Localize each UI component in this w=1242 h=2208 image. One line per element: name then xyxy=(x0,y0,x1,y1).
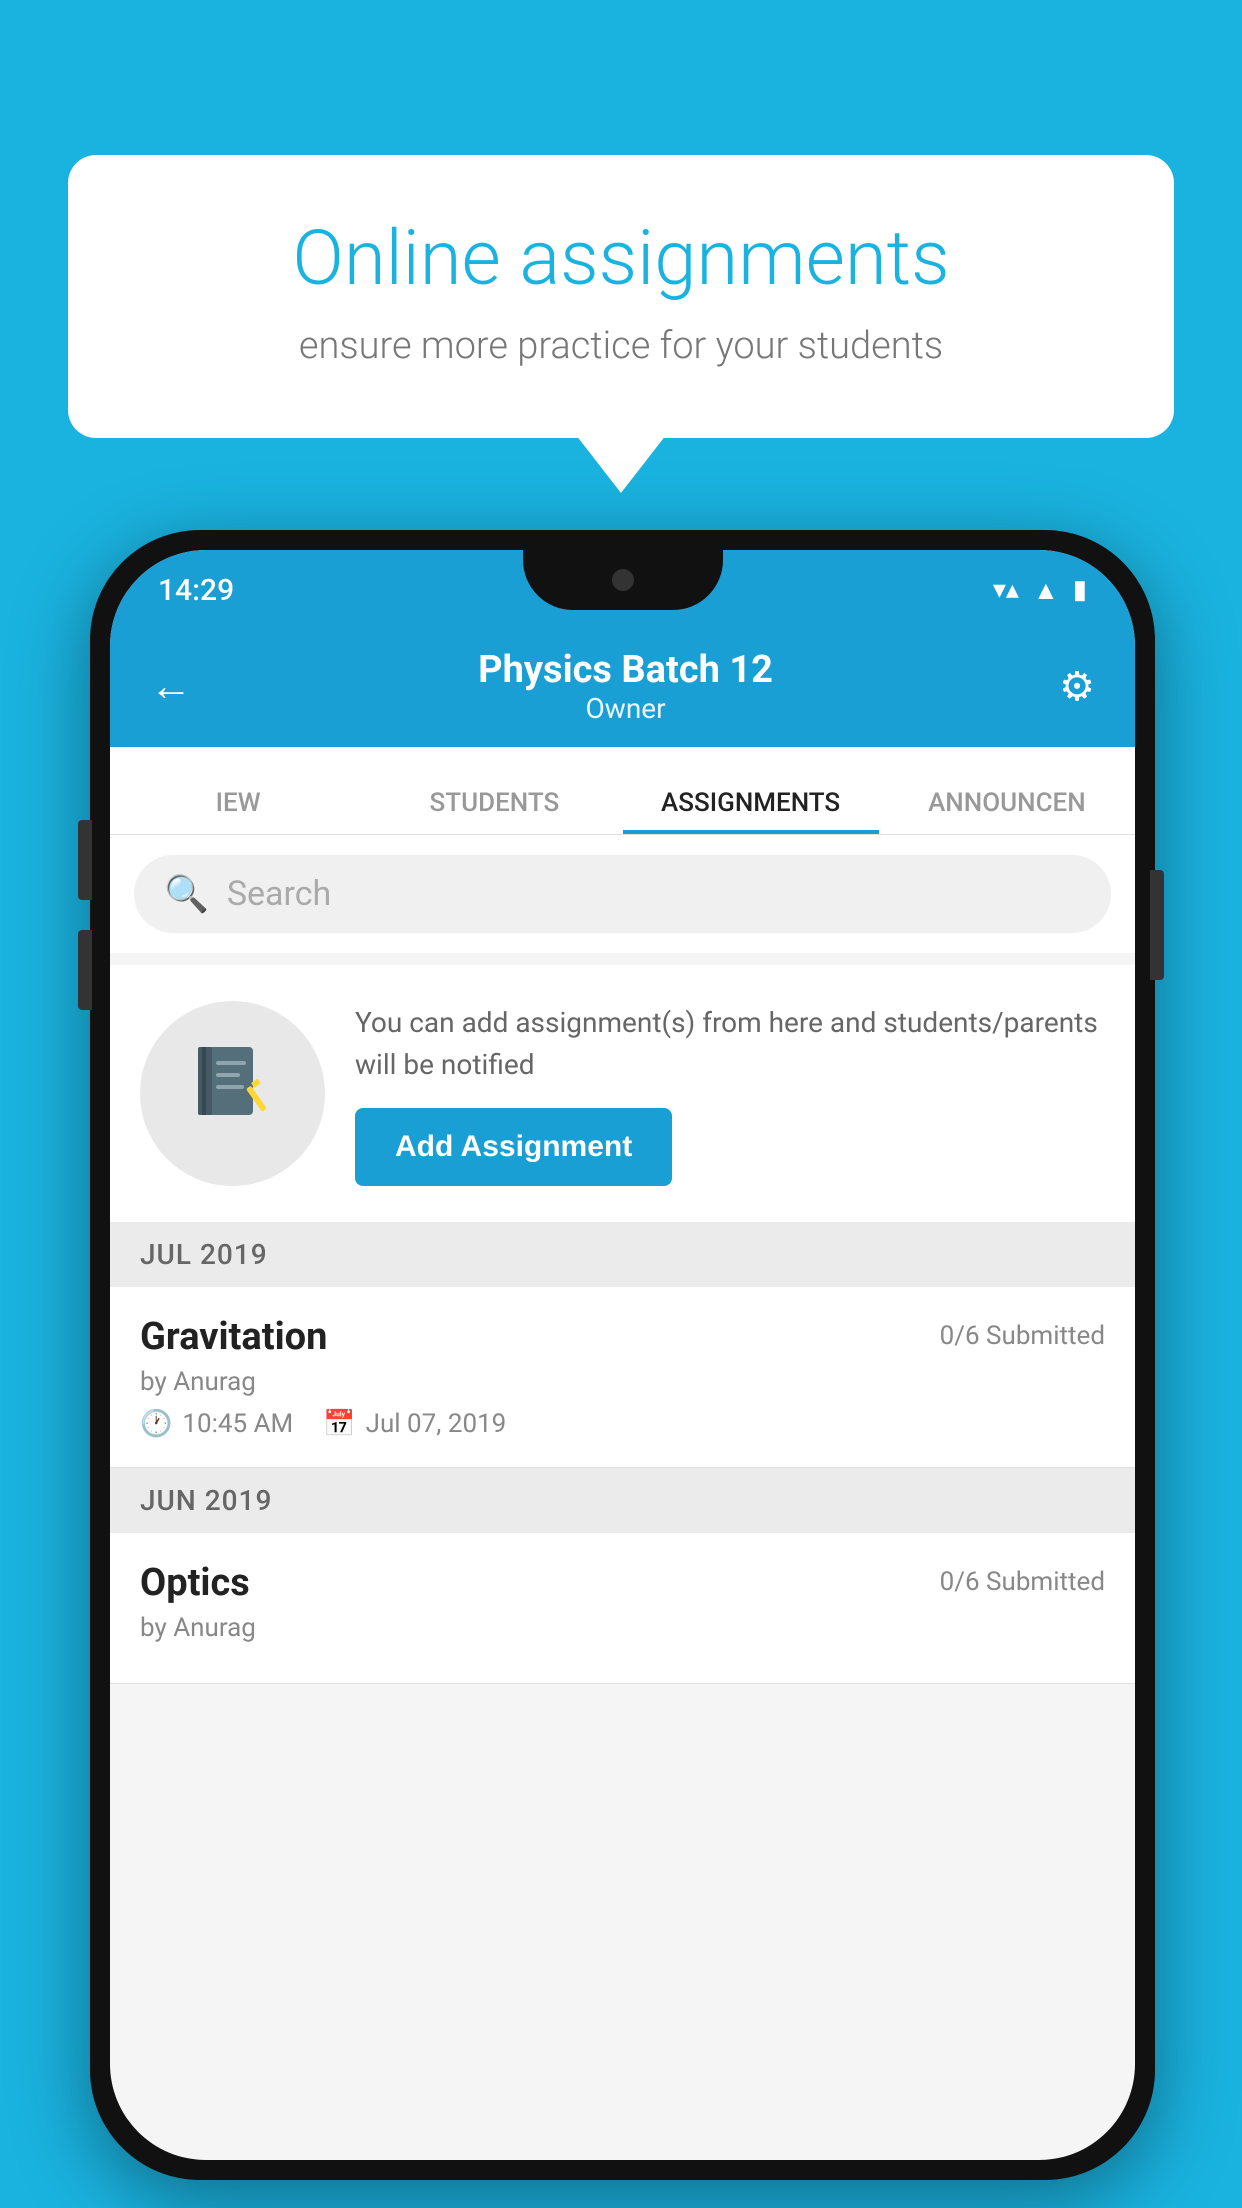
phone-inner: 14:29 ▾▴ ▲ ▮ ← Physics Batch 12 Owner ⚙ … xyxy=(110,550,1135,2160)
phone-volume-down xyxy=(78,930,92,1010)
assignment-item-top: Gravitation 0/6 Submitted xyxy=(140,1315,1105,1359)
status-bar: 14:29 ▾▴ ▲ ▮ xyxy=(110,550,1135,630)
battery-icon: ▮ xyxy=(1073,575,1087,605)
assignment-item-optics-top: Optics 0/6 Submitted xyxy=(140,1561,1105,1605)
assignment-icon-circle xyxy=(140,1001,325,1186)
status-time: 14:29 xyxy=(158,573,234,608)
tab-students[interactable]: STUDENTS xyxy=(366,747,622,834)
assignment-time: 🕐 10:45 AM xyxy=(140,1409,293,1439)
phone-notch xyxy=(523,550,723,610)
tab-announcements[interactable]: ANNOUNCEN xyxy=(879,747,1135,834)
assignment-date: 📅 Jul 07, 2019 xyxy=(323,1409,506,1439)
tab-students-label: STUDENTS xyxy=(430,788,560,818)
wifi-icon: ▾▴ xyxy=(993,575,1019,605)
search-placeholder: Search xyxy=(227,874,331,914)
settings-icon[interactable]: ⚙ xyxy=(1059,663,1095,710)
signal-icon: ▲ xyxy=(1033,575,1059,606)
assignment-item-optics[interactable]: Optics 0/6 Submitted by Anurag xyxy=(110,1533,1135,1684)
assignment-author-gravitation: by Anurag xyxy=(140,1367,1105,1397)
add-assignment-description: You can add assignment(s) from here and … xyxy=(355,1002,1105,1086)
assignment-name-optics: Optics xyxy=(140,1561,250,1605)
add-assignment-button[interactable]: Add Assignment xyxy=(355,1108,672,1186)
header-subtitle: Owner xyxy=(478,692,773,725)
add-assignment-section: You can add assignment(s) from here and … xyxy=(110,965,1135,1222)
assignment-submitted-optics: 0/6 Submitted xyxy=(940,1561,1105,1597)
speech-bubble-title: Online assignments xyxy=(148,215,1094,302)
add-assignment-content: You can add assignment(s) from here and … xyxy=(355,1002,1105,1186)
assignment-notebook-icon xyxy=(188,1039,278,1149)
section-label-jun: JUN 2019 xyxy=(140,1484,272,1517)
search-icon: 🔍 xyxy=(164,873,209,915)
tab-assignments-label: ASSIGNMENTS xyxy=(661,788,840,818)
tab-bar: IEW STUDENTS ASSIGNMENTS ANNOUNCEN xyxy=(110,747,1135,835)
clock-icon: 🕐 xyxy=(140,1409,172,1439)
search-bar-container: 🔍 Search xyxy=(110,835,1135,953)
speech-bubble: Online assignments ensure more practice … xyxy=(68,155,1174,438)
status-icons: ▾▴ ▲ ▮ xyxy=(993,575,1087,606)
header-title: Physics Batch 12 xyxy=(478,648,773,692)
app-header: ← Physics Batch 12 Owner ⚙ xyxy=(110,630,1135,747)
phone-power-button xyxy=(1150,870,1164,980)
assignment-submitted-gravitation: 0/6 Submitted xyxy=(940,1315,1105,1351)
assignment-author-optics: by Anurag xyxy=(140,1613,1105,1643)
section-header-jul: JUL 2019 xyxy=(110,1222,1135,1287)
tab-assignments[interactable]: ASSIGNMENTS xyxy=(623,747,879,834)
section-header-jun: JUN 2019 xyxy=(110,1468,1135,1533)
assignment-meta-gravitation: 🕐 10:45 AM 📅 Jul 07, 2019 xyxy=(140,1409,1105,1439)
speech-bubble-subtitle: ensure more practice for your students xyxy=(148,324,1094,368)
phone-volume-up xyxy=(78,820,92,900)
phone-frame: 14:29 ▾▴ ▲ ▮ ← Physics Batch 12 Owner ⚙ … xyxy=(90,530,1155,2180)
tab-iew-label: IEW xyxy=(216,788,261,818)
header-title-group: Physics Batch 12 Owner xyxy=(478,648,773,725)
tab-iew[interactable]: IEW xyxy=(110,747,366,834)
assignment-name-gravitation: Gravitation xyxy=(140,1315,327,1359)
assignment-time-value: 10:45 AM xyxy=(182,1409,293,1439)
back-button[interactable]: ← xyxy=(150,662,192,711)
camera-dot xyxy=(612,569,634,591)
section-label-jul: JUL 2019 xyxy=(140,1238,268,1271)
assignment-date-value: Jul 07, 2019 xyxy=(366,1409,507,1439)
tab-announcements-label: ANNOUNCEN xyxy=(928,788,1086,818)
speech-bubble-container: Online assignments ensure more practice … xyxy=(68,155,1174,438)
assignment-item-gravitation[interactable]: Gravitation 0/6 Submitted by Anurag 🕐 10… xyxy=(110,1287,1135,1468)
calendar-icon: 📅 xyxy=(323,1409,355,1439)
search-bar[interactable]: 🔍 Search xyxy=(134,855,1111,933)
